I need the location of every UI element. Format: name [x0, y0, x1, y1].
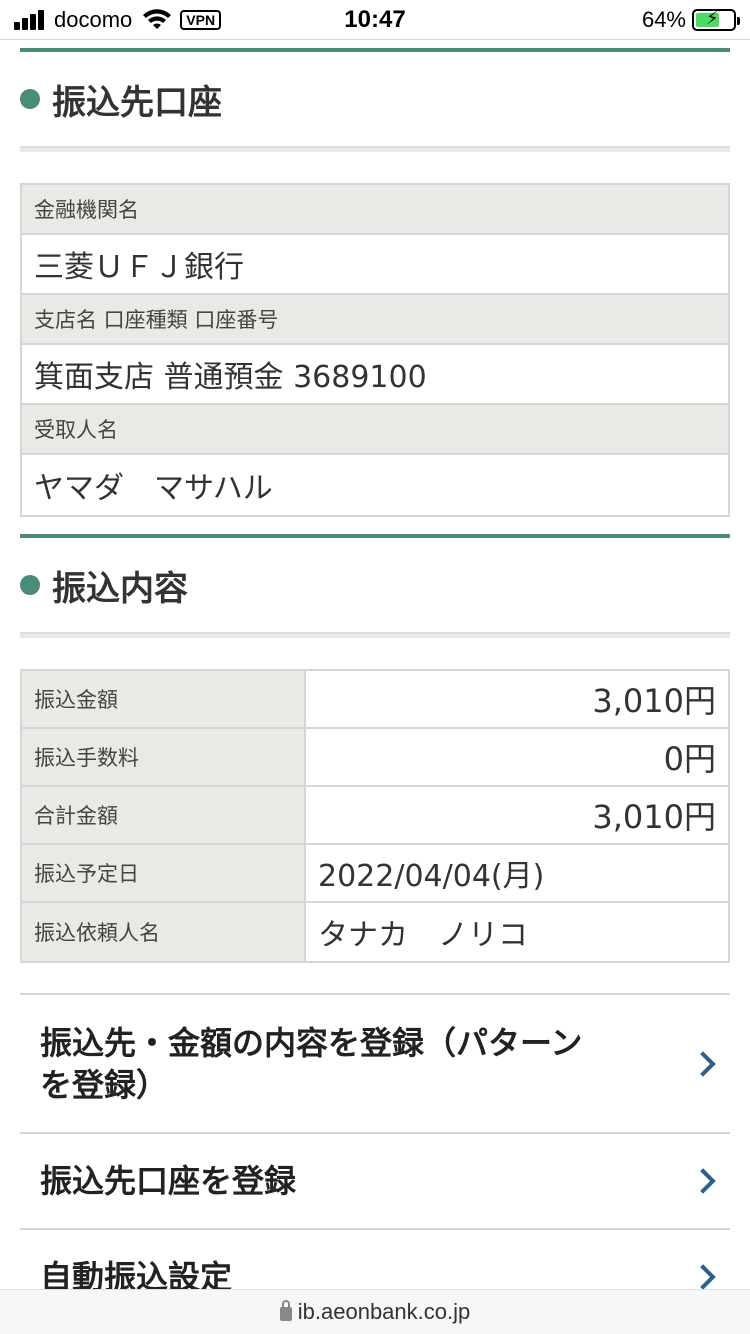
- table-row: 振込手数料 0円: [22, 729, 728, 787]
- section-divider: [20, 146, 730, 152]
- chevron-right-icon: [690, 1264, 716, 1290]
- total-amount-value: 3,010円: [306, 787, 728, 843]
- transfer-section-title: 振込内容: [52, 568, 188, 609]
- sender-name-label: 振込依頼人名: [22, 903, 306, 961]
- bank-name-label: 金融機関名: [22, 185, 728, 235]
- table-row: 振込予定日 2022/04/04(月): [22, 845, 728, 903]
- recipient-table: 金融機関名 三菱ＵＦＪ銀行 支店名 口座種類 口座番号 箕面支店 普通預金 36…: [20, 183, 730, 517]
- chevron-right-icon: [690, 1168, 716, 1194]
- branch-account-label: 支店名 口座種類 口座番号: [22, 295, 728, 345]
- register-pattern-link[interactable]: 振込先・金額の内容を登録（パターン を登録）: [20, 993, 730, 1132]
- register-pattern-label-line2: を登録）: [40, 1065, 169, 1104]
- transfer-amount-label: 振込金額: [22, 671, 306, 727]
- battery-icon: ⚡: [692, 8, 740, 31]
- scheduled-date-value: 2022/04/04(月): [306, 845, 728, 901]
- sender-name-value: タナカ ノリコ: [306, 903, 728, 961]
- action-menu: 振込先・金額の内容を登録（パターン を登録） 振込先口座を登録 自動振込設定: [20, 993, 730, 1324]
- recipient-name-label: 受取人名: [22, 405, 728, 455]
- section-bullet-icon: [20, 575, 40, 595]
- transfer-amount-value: 3,010円: [306, 671, 728, 727]
- chevron-right-icon: [690, 1050, 716, 1077]
- register-account-link[interactable]: 振込先口座を登録: [20, 1132, 730, 1228]
- battery-percent: 64%: [641, 7, 686, 32]
- status-right: 64% ⚡: [641, 6, 740, 34]
- recipient-section-header: 振込先口座: [20, 48, 730, 152]
- recipient-section-title: 振込先口座: [52, 82, 222, 123]
- lock-icon: [279, 1300, 292, 1321]
- transfer-section-header: 振込内容: [20, 534, 730, 638]
- bank-name-value: 三菱ＵＦＪ銀行: [22, 235, 728, 295]
- table-row: 振込依頼人名 タナカ ノリコ: [22, 903, 728, 961]
- status-bar: docomo VPN 10:47 64% ⚡: [0, 0, 750, 40]
- charging-bolt-icon: ⚡: [706, 8, 719, 29]
- scheduled-date-label: 振込予定日: [22, 845, 306, 901]
- transfer-fee-label: 振込手数料: [22, 729, 306, 785]
- branch-account-value: 箕面支店 普通預金 3689100: [22, 345, 728, 405]
- table-row: 振込金額 3,010円: [22, 671, 728, 729]
- transfer-fee-value: 0円: [306, 729, 728, 785]
- register-pattern-label-line1: 振込先・金額の内容を登録（パターン: [40, 1023, 583, 1062]
- register-account-label: 振込先口座を登録: [40, 1162, 297, 1200]
- url-text: ib.aeonbank.co.jp: [297, 1299, 471, 1324]
- browser-url-bar[interactable]: ib.aeonbank.co.jp: [0, 1289, 750, 1334]
- recipient-name-value: ヤマダ マサハル: [22, 455, 728, 515]
- section-divider: [20, 632, 730, 638]
- table-row: 合計金額 3,010円: [22, 787, 728, 845]
- status-time: 10:47: [344, 6, 406, 33]
- total-amount-label: 合計金額: [22, 787, 306, 843]
- transfer-details-table: 振込金額 3,010円 振込手数料 0円 合計金額 3,010円 振込予定日 2…: [20, 669, 730, 963]
- section-bullet-icon: [20, 89, 40, 109]
